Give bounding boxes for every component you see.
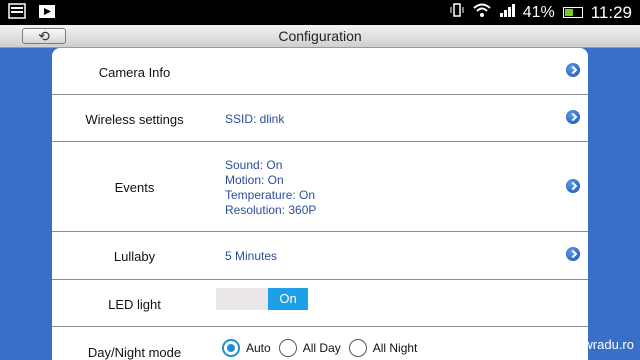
chevron-right-icon[interactable] bbox=[566, 247, 580, 261]
wifi-icon bbox=[473, 2, 491, 23]
radio-all-night-label[interactable]: All Night bbox=[373, 341, 418, 355]
gallery-icon bbox=[8, 3, 26, 24]
camera-info-label: Camera Info bbox=[98, 65, 171, 80]
wireless-ssid-value: SSID: dlink bbox=[225, 112, 285, 126]
event-temperature: Temperature: On bbox=[225, 188, 316, 202]
settings-panel: Camera Info Wireless settings SSID: dlin… bbox=[52, 48, 588, 360]
radio-all-day-label[interactable]: All Day bbox=[303, 341, 341, 355]
row-wireless-settings[interactable]: Wireless settings SSID: dlink bbox=[52, 95, 588, 142]
events-label: Events bbox=[114, 180, 155, 195]
radio-all-night[interactable] bbox=[348, 339, 367, 357]
page-title: Configuration bbox=[278, 28, 362, 44]
battery-icon bbox=[562, 7, 583, 18]
battery-percent: 41% bbox=[522, 3, 555, 21]
chevron-right-icon[interactable] bbox=[566, 110, 580, 124]
status-bar: 41% 11:29 bbox=[0, 0, 640, 25]
signal-icon bbox=[499, 2, 515, 23]
wireless-settings-label: Wireless settings bbox=[85, 112, 184, 127]
vibrate-icon bbox=[449, 2, 465, 23]
day-night-radio-group: Auto All Day All Night bbox=[222, 339, 425, 357]
row-camera-info[interactable]: Camera Info bbox=[52, 48, 588, 95]
event-sound: Sound: On bbox=[225, 158, 283, 172]
led-light-toggle[interactable]: On bbox=[216, 288, 308, 310]
event-resolution: Resolution: 360P bbox=[225, 203, 317, 217]
watermark: nwradu.ro bbox=[576, 337, 634, 352]
lullaby-value: 5 Minutes bbox=[225, 249, 278, 263]
radio-auto-label[interactable]: Auto bbox=[246, 341, 271, 355]
radio-auto[interactable] bbox=[222, 339, 240, 357]
title-bar: ⟲ Configuration bbox=[0, 25, 640, 48]
radio-all-day[interactable] bbox=[278, 339, 297, 357]
play-store-icon bbox=[38, 3, 56, 24]
event-motion: Motion: On bbox=[225, 173, 284, 187]
chevron-right-icon[interactable] bbox=[566, 63, 580, 77]
events-details: Sound: On Motion: On Temperature: On Res… bbox=[225, 158, 316, 218]
lullaby-label: Lullaby bbox=[113, 249, 156, 264]
row-day-night-mode: Day/Night mode Auto All Day All Night bbox=[52, 327, 588, 360]
clock: 11:29 bbox=[590, 2, 632, 22]
row-lullaby[interactable]: Lullaby 5 Minutes bbox=[52, 232, 588, 280]
row-events[interactable]: Events Sound: On Motion: On Temperature:… bbox=[52, 142, 588, 232]
day-night-mode-label: Day/Night mode bbox=[87, 345, 182, 360]
chevron-right-icon[interactable] bbox=[566, 179, 580, 193]
toggle-on-label: On bbox=[268, 288, 308, 310]
row-led-light: LED light On bbox=[52, 280, 588, 327]
led-light-label: LED light bbox=[108, 297, 161, 312]
